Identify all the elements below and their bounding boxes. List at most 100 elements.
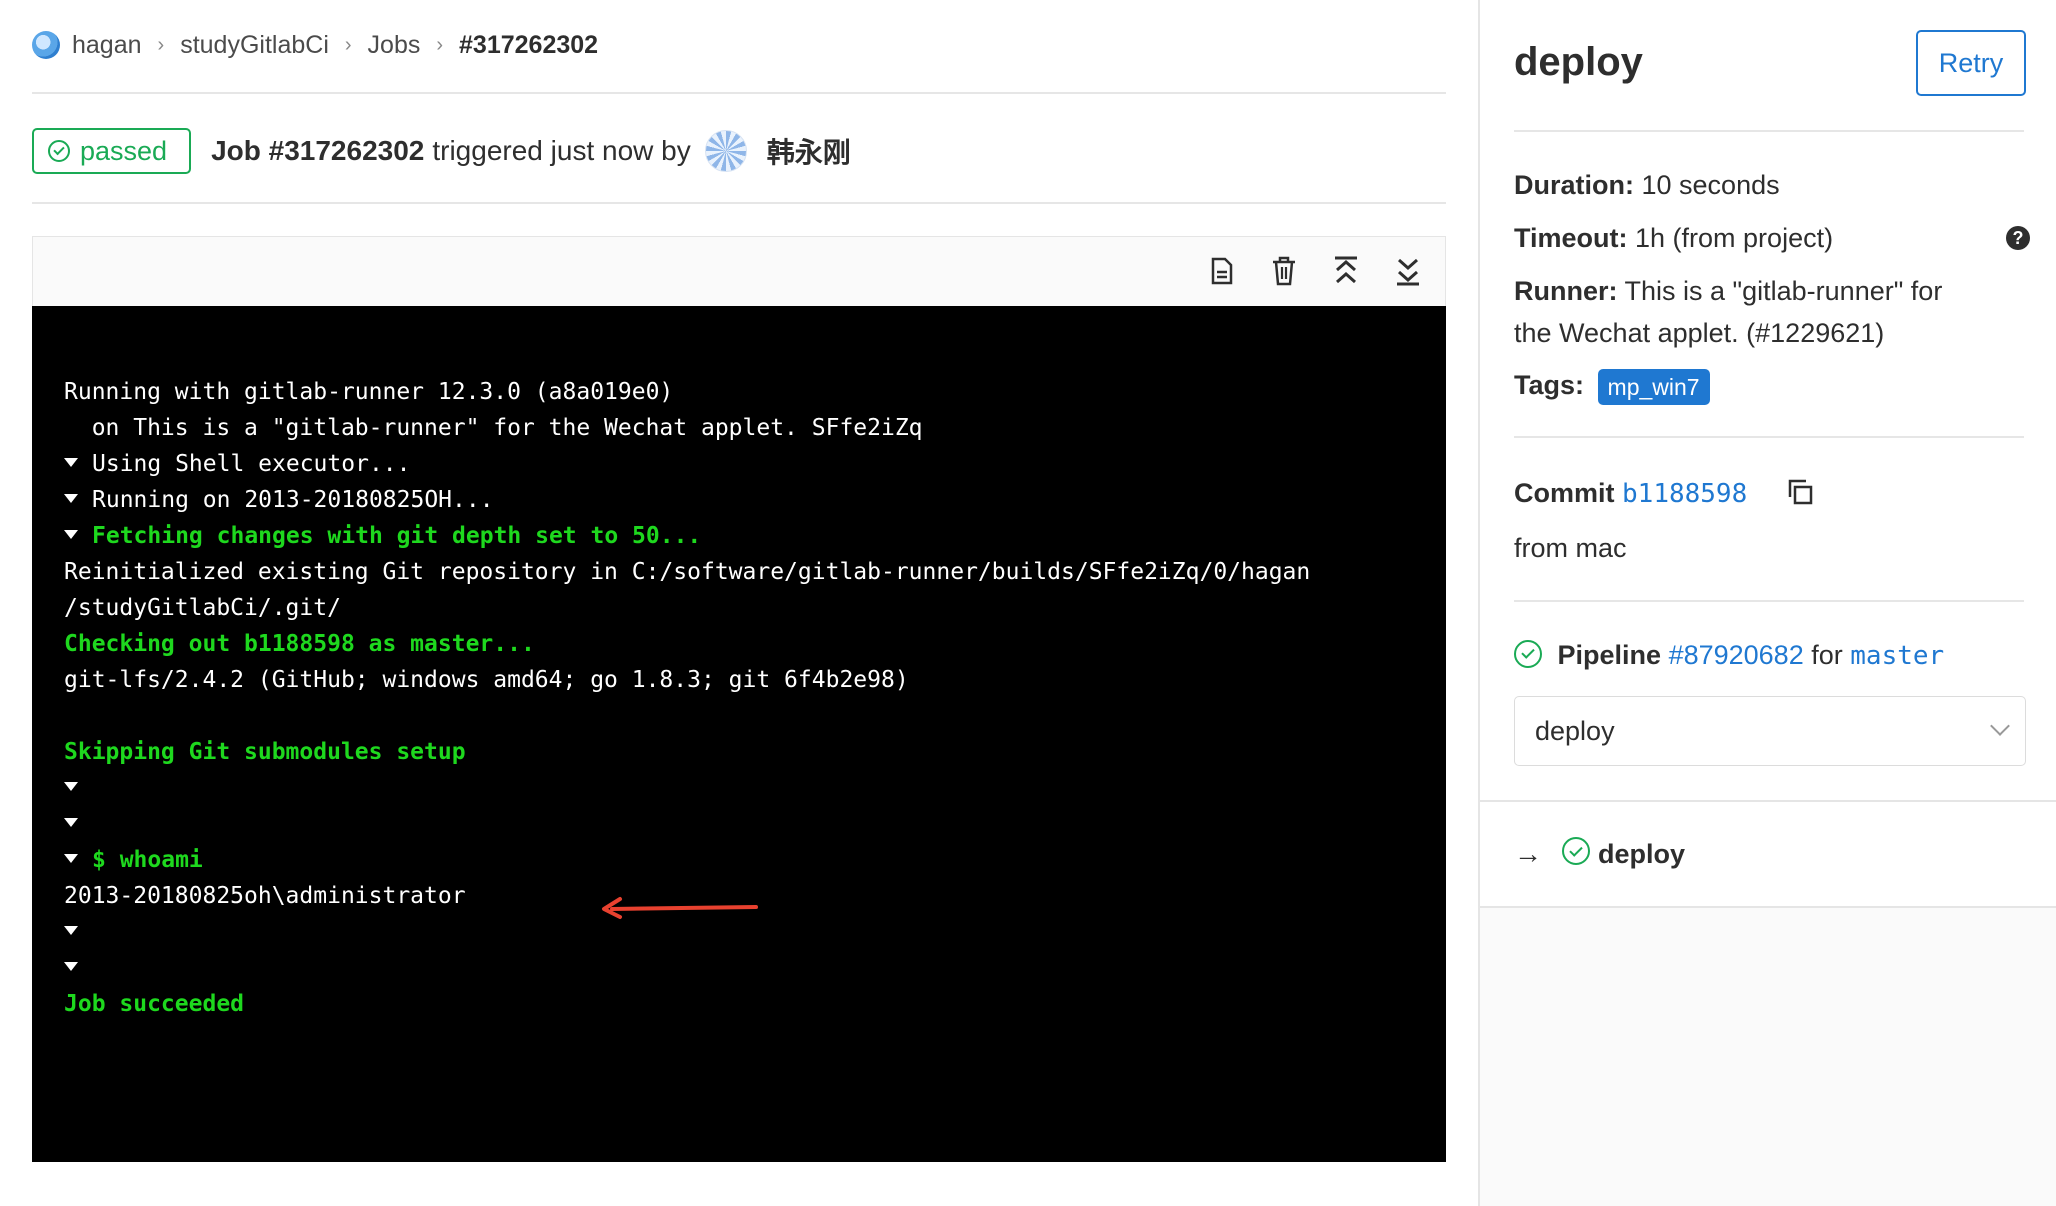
log-line-text: Running on 2013-20180825OH... <box>92 487 494 513</box>
job-status-header: passed Job #317262302 triggered just now… <box>32 126 851 176</box>
tags-info: Tags: mp_win7 <box>1514 364 1710 406</box>
log-line: Checking out b1188598 as master... <box>64 626 1446 662</box>
scroll-bottom-icon[interactable] <box>1391 251 1425 291</box>
divider <box>32 202 1446 204</box>
retry-button[interactable]: Retry <box>1916 30 2026 96</box>
commit-label: Commit <box>1514 478 1615 508</box>
pipeline-id-link[interactable]: #87920682 <box>1669 640 1804 670</box>
timeout-info: Timeout: 1h (from project) <box>1514 217 1833 259</box>
job-trigger-info: Job #317262302 triggered just now by 韩永刚 <box>211 130 851 172</box>
log-line: on This is a "gitlab-runner" for the Wec… <box>64 410 1446 446</box>
runner-value-line2: the Wechat applet. (#1229621) <box>1514 318 1885 348</box>
log-line: Running with gitlab-runner 12.3.0 (a8a01… <box>64 374 1446 410</box>
job-log-terminal[interactable]: Running with gitlab-runner 12.3.0 (a8a01… <box>32 306 1446 1162</box>
duration-value: 10 seconds <box>1641 170 1780 200</box>
collapse-caret-icon[interactable] <box>64 530 78 539</box>
job-main-panel: hagan › studyGitlabCi › Jobs › #31726230… <box>0 0 1478 1206</box>
group-avatar-icon <box>32 31 60 59</box>
log-line-text: $ whoami <box>92 847 203 873</box>
stage-dropdown-value: deploy <box>1535 715 1615 746</box>
log-line <box>64 806 1446 842</box>
log-toolbar <box>32 236 1446 306</box>
scroll-top-icon[interactable] <box>1329 251 1363 291</box>
log-line: Running on 2013-20180825OH... <box>64 482 1446 518</box>
log-line-text: Using Shell executor... <box>92 451 411 477</box>
duration-label: Duration: <box>1514 170 1634 200</box>
collapse-caret-icon[interactable] <box>64 962 78 971</box>
collapse-caret-icon[interactable] <box>64 854 78 863</box>
log-line-text: Job succeeded <box>64 991 245 1017</box>
log-line: Fetching changes with git depth set to 5… <box>64 518 1446 554</box>
pipeline-info: Pipeline #87920682 for master <box>1514 634 1944 677</box>
collapse-caret-icon[interactable] <box>64 782 78 791</box>
help-icon[interactable]: ? <box>2006 226 2030 250</box>
triggered-text: triggered just now by <box>432 135 691 166</box>
stage-dropdown[interactable]: deploy <box>1514 696 2026 766</box>
job-success-icon <box>1562 837 1590 865</box>
collapse-caret-icon[interactable] <box>64 818 78 827</box>
commit-info: Commit b1188598 <box>1514 472 1747 515</box>
divider <box>32 92 1446 94</box>
log-line: Job succeeded <box>64 986 1446 1022</box>
breadcrumb-item-jobs[interactable]: Jobs <box>368 31 421 60</box>
timeout-value: 1h (from project) <box>1635 223 1834 253</box>
runner-value-line1: This is a "gitlab-runner" for <box>1624 276 1943 306</box>
log-line-text: /studyGitlabCi/.git/ <box>64 595 341 621</box>
duration-info: Duration: 10 seconds <box>1514 164 1780 206</box>
divider <box>1514 600 2024 602</box>
log-line-text: Reinitialized existing Git repository in… <box>64 559 1311 585</box>
erase-log-icon[interactable] <box>1267 251 1301 291</box>
job-id-label: Job #317262302 <box>211 135 425 166</box>
user-avatar[interactable] <box>704 130 747 172</box>
status-success-icon <box>48 140 70 162</box>
log-line-text: 2013-20180825oh\administrator <box>64 883 466 909</box>
log-line-text: Running with gitlab-runner 12.3.0 (a8a01… <box>64 379 674 405</box>
breadcrumb-current[interactable]: #317262302 <box>459 31 598 60</box>
commit-sha-link[interactable]: b1188598 <box>1622 479 1747 509</box>
log-line <box>64 770 1446 806</box>
tags-label: Tags: <box>1514 370 1585 400</box>
collapse-caret-icon[interactable] <box>64 926 78 935</box>
pipeline-branch-link[interactable]: master <box>1850 641 1944 671</box>
log-line: Skipping Git submodules setup <box>64 734 1446 770</box>
stage-job-item[interactable]: → deploy <box>1480 800 2056 908</box>
copy-icon[interactable] <box>1786 478 1814 506</box>
raw-log-icon[interactable] <box>1205 251 1239 291</box>
log-line-text: on This is a "gitlab-runner" for the Wec… <box>64 415 923 441</box>
log-line: Using Shell executor... <box>64 446 1446 482</box>
username-link[interactable]: 韩永刚 <box>767 131 851 171</box>
log-line-text: Skipping Git submodules setup <box>64 739 466 765</box>
pipeline-success-icon[interactable] <box>1514 639 1542 668</box>
log-line-text: Checking out b1188598 as master... <box>64 631 535 657</box>
chevron-right-icon: › <box>436 33 444 56</box>
log-line: /studyGitlabCi/.git/ <box>64 590 1446 626</box>
log-line: Reinitialized existing Git repository in… <box>64 554 1446 590</box>
commit-message: from mac <box>1514 533 1627 563</box>
log-line <box>64 950 1446 986</box>
arrow-right-icon: → <box>1514 838 1542 869</box>
divider <box>1514 436 2024 438</box>
breadcrumb: hagan › studyGitlabCi › Jobs › #31726230… <box>32 24 598 66</box>
runner-info: Runner: This is a "gitlab-runner" for th… <box>1514 270 1942 354</box>
collapse-caret-icon[interactable] <box>64 494 78 503</box>
job-sidebar: deploy Retry Duration: 10 seconds Timeou… <box>1478 0 2056 1206</box>
breadcrumb-item-hagan[interactable]: hagan <box>72 31 142 60</box>
log-line-text: git-lfs/2.4.2 (GitHub; windows amd64; go… <box>64 667 909 693</box>
runner-label: Runner: <box>1514 276 1618 306</box>
chevron-right-icon: › <box>157 33 165 56</box>
log-line-text: Fetching changes with git depth set to 5… <box>92 523 702 549</box>
chevron-down-icon <box>1990 716 2010 736</box>
annotation-arrow-icon <box>602 897 758 919</box>
pipeline-for-text: for <box>1811 640 1843 670</box>
stage-job-name: deploy <box>1598 838 1686 869</box>
status-badge-label: passed <box>80 135 168 166</box>
timeout-label: Timeout: <box>1514 223 1628 253</box>
divider <box>1514 130 2024 132</box>
pipeline-label: Pipeline <box>1557 640 1662 670</box>
log-line: $ whoami <box>64 842 1446 878</box>
collapse-caret-icon[interactable] <box>64 458 78 467</box>
status-badge[interactable]: passed <box>32 128 192 174</box>
log-line: git-lfs/2.4.2 (GitHub; windows amd64; go… <box>64 662 1446 698</box>
breadcrumb-item-project[interactable]: studyGitlabCi <box>180 31 329 60</box>
chevron-right-icon: › <box>344 33 352 56</box>
